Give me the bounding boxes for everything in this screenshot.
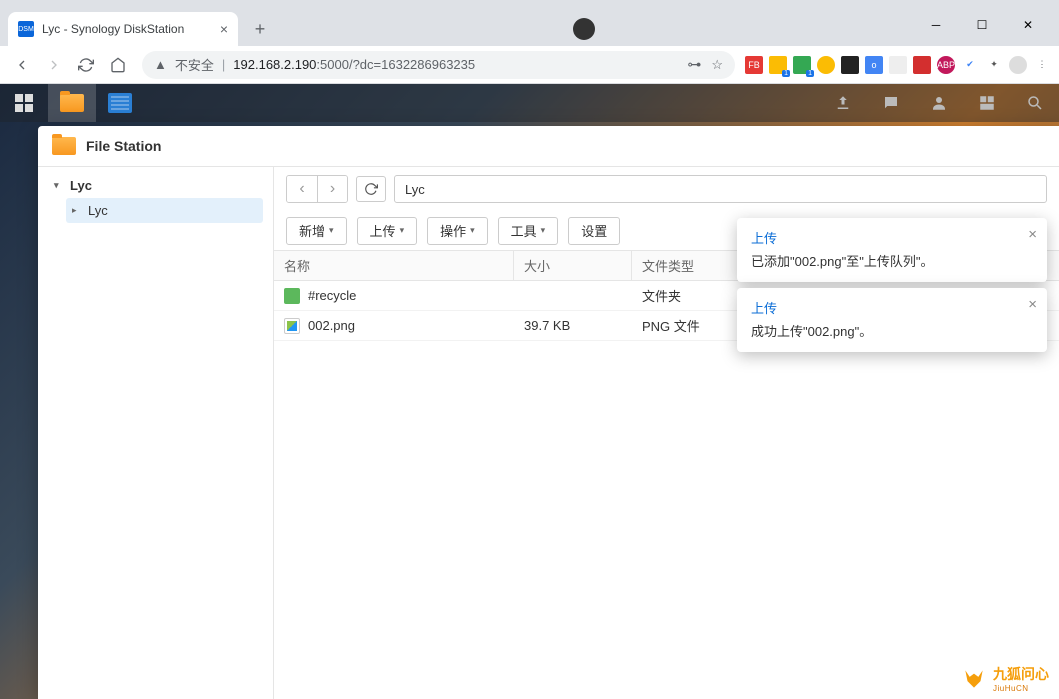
notification-title: 上传 xyxy=(751,298,1033,317)
dsm-control-panel-button[interactable] xyxy=(96,84,144,122)
toolbar-settings-button[interactable]: 设置 xyxy=(568,217,620,245)
ext-icon[interactable]: 1 xyxy=(769,56,787,74)
file-name: 002.png xyxy=(308,318,355,333)
toolbar-upload-button[interactable]: 上传▾ xyxy=(357,217,418,245)
extension-bar: FB 1 1 o ABP ✔ ✦ ⋮ xyxy=(745,56,1051,74)
ext-icon[interactable] xyxy=(913,56,931,74)
profile-avatar-icon[interactable] xyxy=(1009,56,1027,74)
tab-close-icon[interactable]: × xyxy=(220,21,228,37)
window-controls: ─ ☐ ✕ xyxy=(913,10,1051,40)
chevron-right-icon: ▸ xyxy=(72,205,82,216)
dsm-widgets-icon[interactable] xyxy=(963,84,1011,122)
ext-icon[interactable]: 1 xyxy=(793,56,811,74)
notification-body: 成功上传"002.png"。 xyxy=(751,321,1033,340)
ext-icon[interactable]: ✔ xyxy=(961,56,979,74)
col-header-size[interactable]: 大小 xyxy=(514,251,632,280)
toolbar-new-button[interactable]: 新增▾ xyxy=(286,217,347,245)
tree-root-item[interactable]: ▾ Lyc xyxy=(48,173,263,198)
dsm-main-menu-button[interactable] xyxy=(0,84,48,122)
file-type-icon xyxy=(284,318,300,334)
dsm-filestation-button[interactable] xyxy=(48,84,96,122)
chevron-down-icon: ▾ xyxy=(54,180,64,191)
nav-reload-button[interactable] xyxy=(72,51,100,79)
notification-toast: 上传 成功上传"002.png"。 × xyxy=(737,288,1047,352)
col-header-name[interactable]: 名称 xyxy=(274,251,514,280)
addr-divider: | xyxy=(222,57,225,72)
profile-badge-icon[interactable] xyxy=(573,18,595,40)
toolbar-action-button[interactable]: 操作▾ xyxy=(427,217,488,245)
nav-back-button[interactable] xyxy=(8,51,36,79)
new-tab-button[interactable]: + xyxy=(246,15,274,43)
file-type-icon xyxy=(284,288,300,304)
notification-close-icon[interactable]: × xyxy=(1028,296,1037,313)
notification-close-icon[interactable]: × xyxy=(1028,226,1037,243)
path-back-button[interactable]: ‹ xyxy=(287,176,317,202)
dsm-topbar xyxy=(0,84,1059,122)
ext-icon[interactable]: ABP xyxy=(937,56,955,74)
dsm-desktop: File Station ▾ Lyc ▸ Lyc ‹ › xyxy=(0,84,1059,699)
nav-home-button[interactable] xyxy=(104,51,132,79)
favicon-icon: DSM xyxy=(18,21,34,37)
notification-title: 上传 xyxy=(751,228,1033,247)
filestation-header[interactable]: File Station xyxy=(38,126,1059,166)
path-forward-button[interactable]: › xyxy=(317,176,347,202)
tab-title: Lyc - Synology DiskStation xyxy=(42,22,212,36)
ext-icon[interactable]: o xyxy=(865,56,883,74)
extensions-puzzle-icon[interactable]: ✦ xyxy=(985,56,1003,74)
tree-root-label: Lyc xyxy=(70,178,92,193)
browser-tab[interactable]: DSM Lyc - Synology DiskStation × xyxy=(8,12,238,46)
file-size: 39.7 KB xyxy=(514,318,632,333)
path-input[interactable]: Lyc xyxy=(394,175,1047,203)
notification-toast: 上传 已添加"002.png"至"上传队列"。 × xyxy=(737,218,1047,282)
browser-titlebar: DSM Lyc - Synology DiskStation × + ─ ☐ ✕ xyxy=(0,0,1059,46)
security-label: 不安全 xyxy=(175,55,214,74)
window-minimize-button[interactable]: ─ xyxy=(913,10,959,40)
dsm-search-icon[interactable] xyxy=(1011,84,1059,122)
filestation-title: File Station xyxy=(86,138,161,154)
security-warning-icon: ▲ xyxy=(154,57,167,72)
ext-icon[interactable] xyxy=(889,56,907,74)
filestation-window: File Station ▾ Lyc ▸ Lyc ‹ › xyxy=(38,126,1059,699)
path-refresh-button[interactable] xyxy=(356,176,386,202)
path-bar: ‹ › Lyc xyxy=(274,167,1059,211)
dsm-upload-icon[interactable] xyxy=(819,84,867,122)
dsm-chat-icon[interactable] xyxy=(867,84,915,122)
browser-toolbar: ▲ 不安全 | 192.168.2.190:5000/?dc=163228696… xyxy=(0,46,1059,84)
file-name: #recycle xyxy=(308,288,356,303)
toolbar-tool-button[interactable]: 工具▾ xyxy=(498,217,559,245)
filestation-sidebar: ▾ Lyc ▸ Lyc xyxy=(38,167,274,699)
dsm-user-icon[interactable] xyxy=(915,84,963,122)
fox-icon xyxy=(961,666,987,692)
key-icon[interactable]: ⊶ xyxy=(687,56,701,73)
ext-icon[interactable] xyxy=(817,56,835,74)
browser-menu-icon[interactable]: ⋮ xyxy=(1033,56,1051,74)
ext-icon[interactable] xyxy=(841,56,859,74)
address-bar[interactable]: ▲ 不安全 | 192.168.2.190:5000/?dc=163228696… xyxy=(142,51,735,79)
window-maximize-button[interactable]: ☐ xyxy=(959,10,1005,40)
folder-icon xyxy=(52,137,76,155)
nav-history-group: ‹ › xyxy=(286,175,348,203)
nav-forward-button[interactable] xyxy=(40,51,68,79)
url-text: 192.168.2.190:5000/?dc=1632286963235 xyxy=(233,57,475,72)
watermark: 九狐问心 JiuHuCN xyxy=(961,664,1049,693)
tree-child-label: Lyc xyxy=(88,203,108,218)
notification-body: 已添加"002.png"至"上传队列"。 xyxy=(751,251,1033,270)
ext-icon[interactable]: FB xyxy=(745,56,763,74)
tree-child-item[interactable]: ▸ Lyc xyxy=(66,198,263,223)
watermark-cn: 九狐问心 xyxy=(993,664,1049,684)
window-close-button[interactable]: ✕ xyxy=(1005,10,1051,40)
watermark-en: JiuHuCN xyxy=(993,684,1049,693)
star-icon[interactable]: ☆ xyxy=(711,57,723,73)
